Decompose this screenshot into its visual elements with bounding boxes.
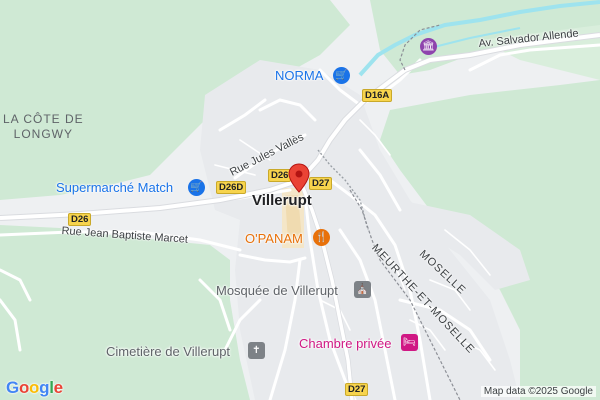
- town-label: Villerupt: [252, 192, 312, 209]
- poi-label-chambre-privee[interactable]: Chambre privée: [299, 336, 392, 351]
- road-shield-d26-left: D26: [68, 213, 92, 226]
- shopping-cart-icon[interactable]: 🛒: [333, 67, 350, 84]
- google-logo: Google: [6, 378, 63, 398]
- google-logo-letter: o: [18, 378, 30, 397]
- poi-label-norma[interactable]: NORMA: [275, 68, 323, 83]
- district-label: LA CÔTE DE LONGWY: [3, 112, 84, 141]
- map-canvas[interactable]: LA CÔTE DE LONGWY MOSELLE MEURTHE-ET-MOS…: [0, 0, 600, 400]
- google-logo-letter: G: [6, 378, 19, 397]
- cemetery-icon[interactable]: ✝: [248, 342, 265, 359]
- google-logo-letter: e: [53, 378, 63, 397]
- poi-label-supermarche-match[interactable]: Supermarché Match: [56, 180, 173, 195]
- road-shield-d26d: D26D: [216, 181, 247, 194]
- google-logo-letter: g: [39, 378, 50, 397]
- poi-label-mosquee[interactable]: Mosquée de Villerupt: [216, 283, 338, 298]
- road-shield-d16a: D16A: [362, 89, 393, 102]
- poi-label-opanam[interactable]: O'PANAM: [245, 231, 303, 246]
- road-shield-d27-center: D27: [309, 177, 333, 190]
- location-pin-icon[interactable]: [288, 163, 310, 193]
- building-icon[interactable]: 🏛: [420, 38, 437, 55]
- shopping-cart-icon[interactable]: 🛒: [188, 179, 205, 196]
- google-logo-letter: o: [29, 378, 40, 397]
- worship-icon[interactable]: ⛪: [354, 281, 371, 298]
- restaurant-icon[interactable]: 🍴: [313, 229, 330, 246]
- road-shield-d27-bottom: D27: [345, 383, 369, 396]
- bed-icon[interactable]: 🛏: [401, 334, 418, 351]
- poi-label-cimetiere[interactable]: Cimetière de Villerupt: [106, 344, 230, 359]
- map-attribution: Map data ©2025 Google: [480, 386, 596, 397]
